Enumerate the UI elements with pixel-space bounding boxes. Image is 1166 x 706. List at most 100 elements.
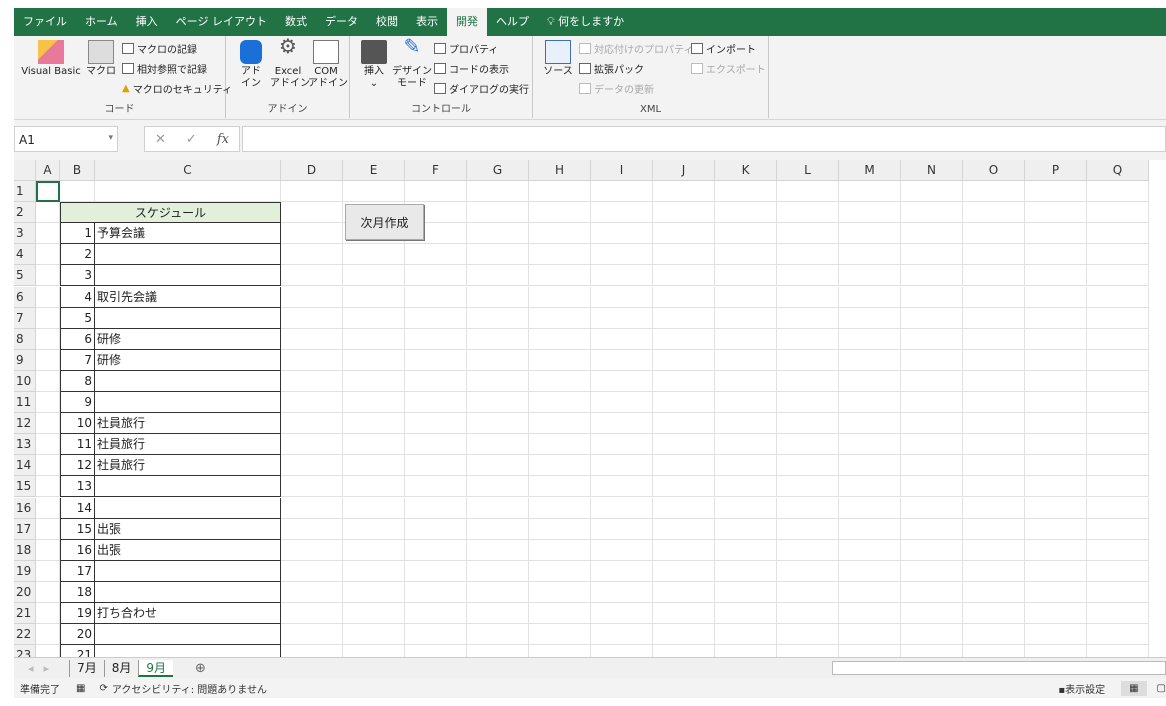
cell-M20[interactable] [839,581,901,603]
cell-A11[interactable] [36,392,60,414]
cell-E23[interactable] [343,645,405,657]
cell-M6[interactable] [839,286,901,308]
cell-C13[interactable]: 社員旅行 [95,434,281,456]
cell-E13[interactable] [343,434,405,456]
cell-Q21[interactable] [1087,603,1149,625]
cell-P16[interactable] [1025,497,1087,519]
cell-M18[interactable] [839,539,901,561]
cell-L17[interactable] [777,518,839,540]
cell-D19[interactable] [281,560,343,582]
cell-I20[interactable] [591,581,653,603]
row-header-13[interactable]: 13 [14,434,36,456]
cell-A23[interactable] [36,645,60,657]
cell-Q11[interactable] [1087,392,1149,414]
cell-O14[interactable] [963,455,1025,477]
cell-M15[interactable] [839,476,901,498]
cell-N23[interactable] [901,645,963,657]
cell-H10[interactable] [529,370,591,392]
column-header-P[interactable]: P [1025,160,1087,181]
cell-K16[interactable] [715,497,777,519]
cell-J6[interactable] [653,286,715,308]
tab-5[interactable]: データ [316,8,367,36]
cell-P1[interactable] [1025,181,1087,203]
cell-A16[interactable] [36,497,60,519]
cell-K10[interactable] [715,370,777,392]
cell-L8[interactable] [777,328,839,350]
cell-F14[interactable] [405,455,467,477]
cell-B21[interactable]: 19 [60,603,95,625]
cell-G13[interactable] [467,434,529,456]
cell-A9[interactable] [36,349,60,371]
cell-J22[interactable] [653,624,715,646]
cell-D3[interactable] [281,223,343,245]
cell-H1[interactable] [529,181,591,203]
cell-B3[interactable]: 1 [60,223,95,245]
row-header-22[interactable]: 22 [14,624,36,646]
cell-K11[interactable] [715,392,777,414]
row-header-12[interactable]: 12 [14,413,36,435]
cell-P10[interactable] [1025,370,1087,392]
cell-M14[interactable] [839,455,901,477]
tell-me-search[interactable]: 💡︎ 何をしますか [538,8,633,36]
cell-H4[interactable] [529,244,591,266]
cell-N10[interactable] [901,370,963,392]
cell-G6[interactable] [467,286,529,308]
cell-O4[interactable] [963,244,1025,266]
design-mode-button[interactable]: ✎ デザイン モード [392,36,432,90]
cell-G22[interactable] [467,624,529,646]
cell-I19[interactable] [591,560,653,582]
cell-B6[interactable]: 4 [60,286,95,308]
cell-H16[interactable] [529,497,591,519]
cell-D8[interactable] [281,328,343,350]
cell-O3[interactable] [963,223,1025,245]
cell-E15[interactable] [343,476,405,498]
cell-C5[interactable] [95,265,281,287]
cell-L22[interactable] [777,624,839,646]
cell-N9[interactable] [901,349,963,371]
cell-D12[interactable] [281,413,343,435]
column-header-O[interactable]: O [963,160,1025,181]
cell-F15[interactable] [405,476,467,498]
spreadsheet-grid[interactable]: A B C D E F G H I J K L M N O P Q 1 2 スケジュール 3 1 予算会議 4 2 5 3 6 4 取引先… [14,160,1166,657]
cell-I13[interactable] [591,434,653,456]
cell-M10[interactable] [839,370,901,392]
visual-basic-button[interactable]: Visual Basic [18,40,84,78]
cell-F16[interactable] [405,497,467,519]
page-layout-view-icon[interactable]: ▢ [1157,683,1166,694]
cell-J13[interactable] [653,434,715,456]
cell-F7[interactable] [405,307,467,329]
cell-F4[interactable] [405,244,467,266]
cell-O1[interactable] [963,181,1025,203]
cell-N2[interactable] [901,202,963,224]
cell-B17[interactable]: 15 [60,518,95,540]
cell-C21[interactable]: 打ち合わせ [95,603,281,625]
cell-H22[interactable] [529,624,591,646]
cell-C18[interactable]: 出張 [95,539,281,561]
cell-K5[interactable] [715,265,777,287]
cell-K3[interactable] [715,223,777,245]
cell-P14[interactable] [1025,455,1087,477]
cell-G15[interactable] [467,476,529,498]
cell-E20[interactable] [343,581,405,603]
cell-J10[interactable] [653,370,715,392]
row-header-8[interactable]: 8 [14,328,36,350]
cell-M4[interactable] [839,244,901,266]
cell-L18[interactable] [777,539,839,561]
tab-3[interactable]: ページ レイアウト [167,8,276,36]
cell-H19[interactable] [529,560,591,582]
cell-Q14[interactable] [1087,455,1149,477]
cell-J2[interactable] [653,202,715,224]
cell-D2[interactable] [281,202,343,224]
export-button[interactable]: エクスポート [691,61,766,76]
chevron-down-icon[interactable]: ▾ [108,133,113,143]
cell-P17[interactable] [1025,518,1087,540]
cell-F17[interactable] [405,518,467,540]
cell-G8[interactable] [467,328,529,350]
cell-D21[interactable] [281,603,343,625]
cell-P3[interactable] [1025,223,1087,245]
cell-A3[interactable] [36,223,60,245]
cell-O21[interactable] [963,603,1025,625]
cell-H20[interactable] [529,581,591,603]
cell-Q7[interactable] [1087,307,1149,329]
cell-Q9[interactable] [1087,349,1149,371]
